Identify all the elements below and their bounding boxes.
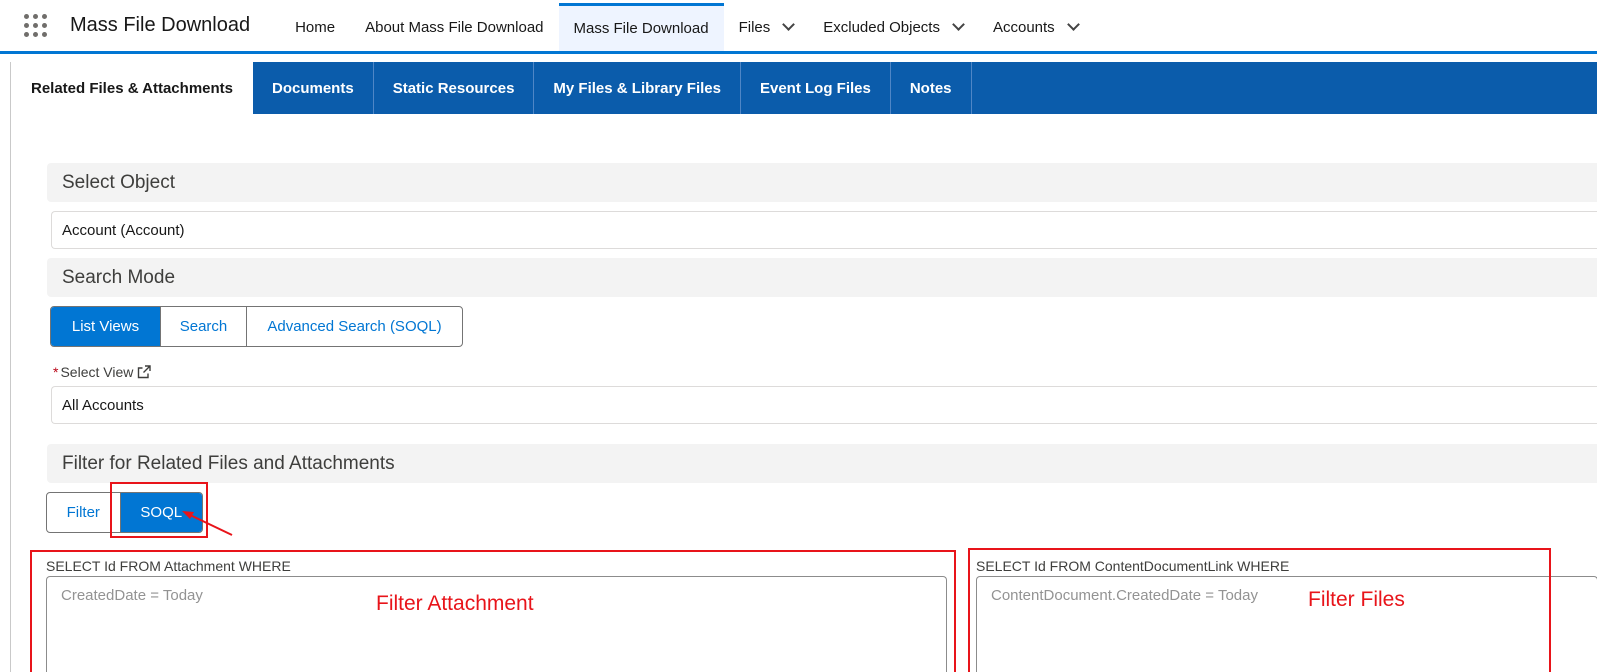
nav-item-label: Files bbox=[738, 18, 771, 36]
app-name: Mass File Download bbox=[70, 14, 251, 36]
tab-event-log-files[interactable]: Event Log Files bbox=[741, 62, 891, 114]
tab-notes[interactable]: Notes bbox=[891, 62, 972, 114]
app-launcher-button[interactable] bbox=[0, 0, 70, 51]
attachment-query-prefix: SELECT Id FROM Attachment WHERE bbox=[46, 558, 291, 574]
filter-attachment-annotation: Filter Attachment bbox=[376, 592, 534, 615]
nav-item-label: Home bbox=[295, 18, 336, 36]
files-where-placeholder: ContentDocument.CreatedDate = Today bbox=[991, 587, 1258, 604]
advanced-search-soql-button[interactable]: Advanced Search (SOQL) bbox=[247, 307, 462, 346]
search-mode-button-group: List Views Search Advanced Search (SOQL) bbox=[50, 306, 463, 347]
tab-documents[interactable]: Documents bbox=[253, 62, 374, 114]
nav-item-files[interactable]: Files bbox=[724, 0, 809, 51]
select-object-heading: Select Object bbox=[47, 163, 1597, 202]
nav-item-label: Accounts bbox=[992, 18, 1055, 36]
tab-static-resources[interactable]: Static Resources bbox=[374, 62, 535, 114]
filter-files-annotation: Filter Files bbox=[1308, 588, 1405, 611]
chevron-down-icon[interactable] bbox=[782, 18, 796, 31]
required-marker: * bbox=[53, 364, 59, 380]
files-query-prefix: SELECT Id FROM ContentDocumentLink WHERE bbox=[976, 558, 1290, 574]
app-launcher-grid-icon bbox=[23, 14, 47, 37]
select-object-combobox[interactable]: Account (Account) bbox=[51, 211, 1597, 249]
nav-item-mass-file-download[interactable]: Mass File Download bbox=[558, 3, 724, 51]
select-view-combobox[interactable]: All Accounts bbox=[51, 386, 1597, 424]
nav-item-about[interactable]: About Mass File Download bbox=[350, 0, 558, 51]
select-view-label: * Select View bbox=[53, 364, 152, 380]
arrow-annotation-icon bbox=[182, 511, 233, 536]
nav-item-label: Mass File Download bbox=[573, 20, 709, 37]
attachment-where-textarea[interactable]: CreatedDate = Today bbox=[46, 576, 947, 672]
nav-item-label: Excluded Objects bbox=[823, 18, 940, 36]
chevron-down-icon[interactable] bbox=[1066, 18, 1080, 31]
tab-bar: Related Files & Attachments Documents St… bbox=[11, 62, 1597, 114]
external-link-icon[interactable] bbox=[137, 365, 152, 379]
tab-my-files-library-files[interactable]: My Files & Library Files bbox=[534, 62, 741, 114]
nav-items: Home About Mass File Download Mass File … bbox=[280, 0, 1093, 51]
tab-related-files-attachments[interactable]: Related Files & Attachments bbox=[11, 62, 253, 114]
content-frame: Related Files & Attachments Documents St… bbox=[10, 62, 1597, 672]
nav-item-home[interactable]: Home bbox=[280, 0, 350, 51]
filter-button[interactable]: Filter bbox=[47, 493, 121, 532]
files-where-textarea[interactable]: ContentDocument.CreatedDate = Today bbox=[976, 576, 1597, 672]
select-view-label-text: Select View bbox=[60, 364, 134, 380]
nav-item-accounts[interactable]: Accounts bbox=[978, 0, 1093, 51]
search-mode-heading: Search Mode bbox=[47, 258, 1597, 297]
chevron-down-icon[interactable] bbox=[952, 18, 965, 31]
global-nav: Mass File Download Home About Mass File … bbox=[0, 0, 1597, 54]
filter-heading: Filter for Related Files and Attachments bbox=[47, 444, 1597, 483]
nav-item-excluded-objects[interactable]: Excluded Objects bbox=[808, 0, 978, 51]
search-button[interactable]: Search bbox=[161, 307, 247, 346]
list-views-button[interactable]: List Views bbox=[51, 307, 161, 346]
nav-item-label: About Mass File Download bbox=[365, 18, 544, 36]
attachment-where-placeholder: CreatedDate = Today bbox=[61, 587, 203, 604]
